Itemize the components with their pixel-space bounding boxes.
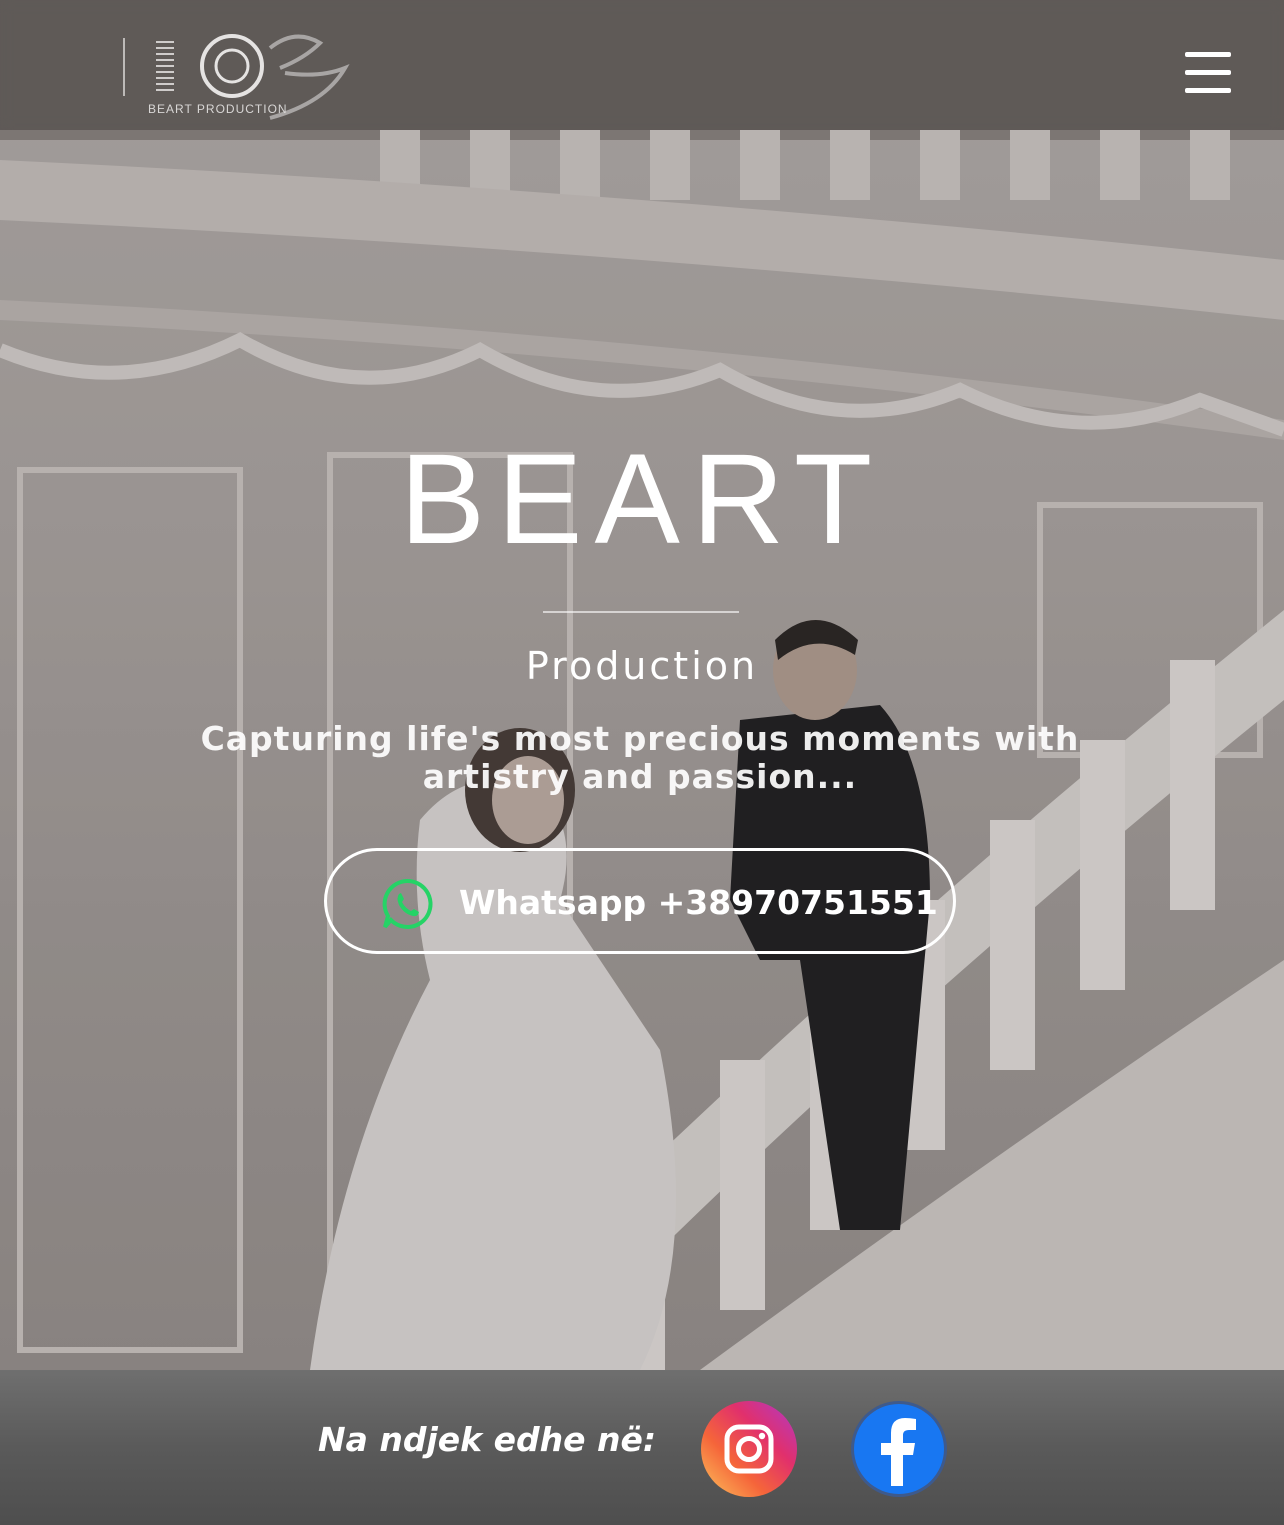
instagram-icon[interactable]: [700, 1400, 798, 1498]
facebook-icon[interactable]: [850, 1400, 948, 1498]
whatsapp-icon: [382, 878, 433, 929]
logo-text: BEART PRODUCTION: [148, 102, 288, 116]
tagline-line-1: Capturing life's most precious moments w…: [200, 719, 1080, 758]
title-divider: [543, 611, 739, 613]
social-footer: Na ndjek edhe në:: [0, 1370, 1284, 1525]
brand-subtitle: Production: [525, 644, 759, 688]
hamburger-menu-icon: [1185, 52, 1231, 57]
page: BEART PRODUCTION BEART Production Captur…: [0, 0, 1284, 1525]
brand-title: BEART: [399, 428, 885, 571]
hamburger-menu-button[interactable]: [1183, 52, 1233, 94]
tagline: Capturing life's most precious moments w…: [190, 720, 1090, 796]
site-header: BEART PRODUCTION: [0, 0, 1284, 130]
whatsapp-label: Whatsapp +38970751551: [459, 883, 938, 922]
tagline-line-2: artistry and passion...: [422, 757, 858, 796]
whatsapp-contact-button[interactable]: Whatsapp +38970751551: [324, 848, 956, 954]
follow-us-label: Na ndjek edhe në:: [318, 1420, 657, 1459]
